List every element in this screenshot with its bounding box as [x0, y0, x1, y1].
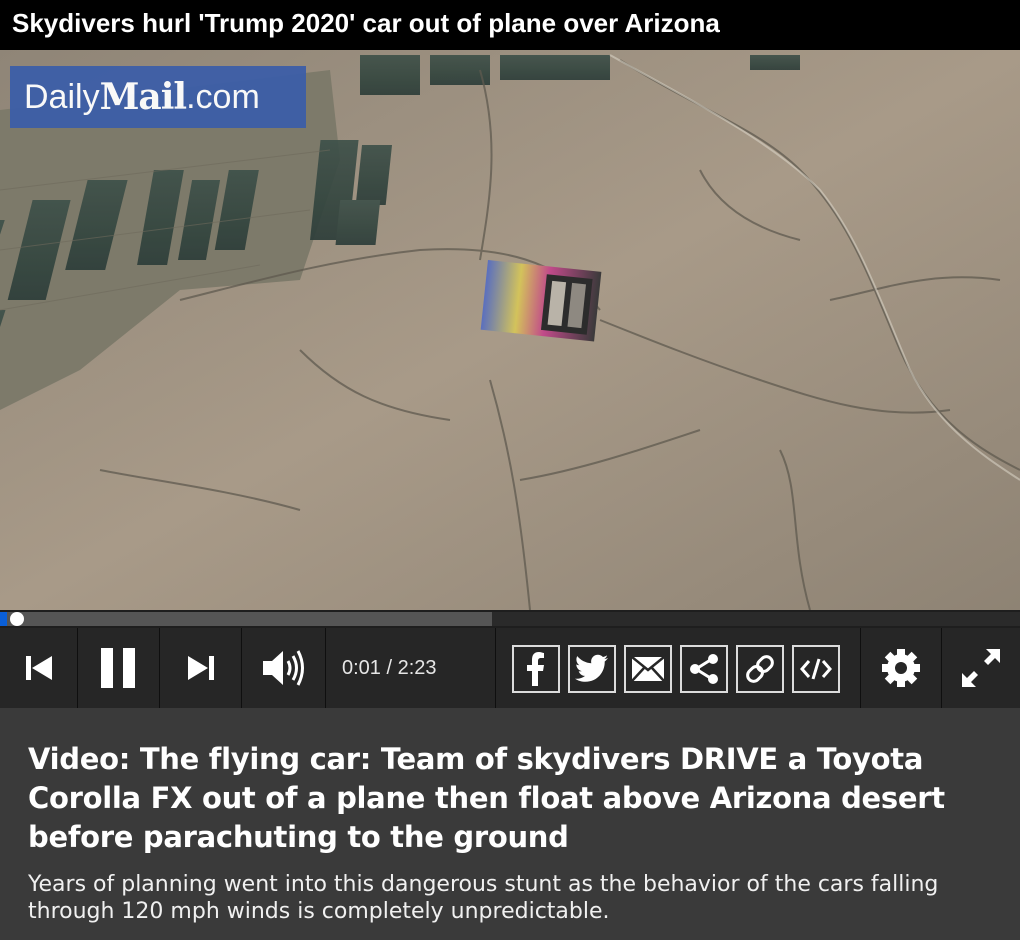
player-controls: 0:01 / 2:23: [0, 628, 1020, 708]
share-button[interactable]: [680, 645, 728, 693]
time-display: 0:01 / 2:23: [326, 628, 496, 708]
dailymail-logo: Daily Mail .com: [10, 66, 306, 128]
video-description: Years of planning went into this dangero…: [28, 872, 939, 924]
gear-icon: [882, 649, 920, 687]
twitter-share-button[interactable]: [568, 645, 616, 693]
progress-knob[interactable]: [10, 612, 24, 626]
page-headline: Skydivers hurl 'Trump 2020' car out of p…: [0, 0, 1020, 50]
facebook-icon: [527, 652, 544, 686]
pause-button[interactable]: [78, 628, 160, 708]
falling-car: [480, 260, 602, 342]
played-track: [0, 612, 7, 626]
link-share-button[interactable]: [736, 645, 784, 693]
fullscreen-button[interactable]: [942, 628, 1020, 708]
video-title: Video: The flying car: Team of skydivers…: [28, 742, 945, 854]
next-button[interactable]: [160, 628, 242, 708]
volume-icon: [262, 650, 304, 686]
settings-button[interactable]: [860, 628, 942, 708]
email-share-button[interactable]: [624, 645, 672, 693]
link-icon: [746, 655, 774, 683]
fullscreen-icon: [962, 649, 1000, 687]
progress-bar[interactable]: [0, 610, 1020, 628]
email-icon: [631, 656, 665, 682]
volume-button[interactable]: [242, 628, 326, 708]
embed-icon: [800, 658, 832, 680]
pause-icon: [100, 648, 135, 688]
previous-icon: [25, 656, 52, 680]
next-icon: [187, 656, 214, 680]
unbuffered-track: [492, 612, 1020, 626]
video-player[interactable]: Daily Mail .com: [0, 50, 1020, 610]
previous-button[interactable]: [0, 628, 78, 708]
embed-share-button[interactable]: [792, 645, 840, 693]
video-frame-aerial-desert: [0, 50, 1020, 610]
share-icon: [690, 654, 718, 684]
facebook-share-button[interactable]: [512, 645, 560, 693]
buffered-track: [0, 612, 492, 626]
video-caption: Video: The flying car: Team of skydivers…: [0, 708, 1020, 940]
twitter-icon: [575, 654, 608, 682]
